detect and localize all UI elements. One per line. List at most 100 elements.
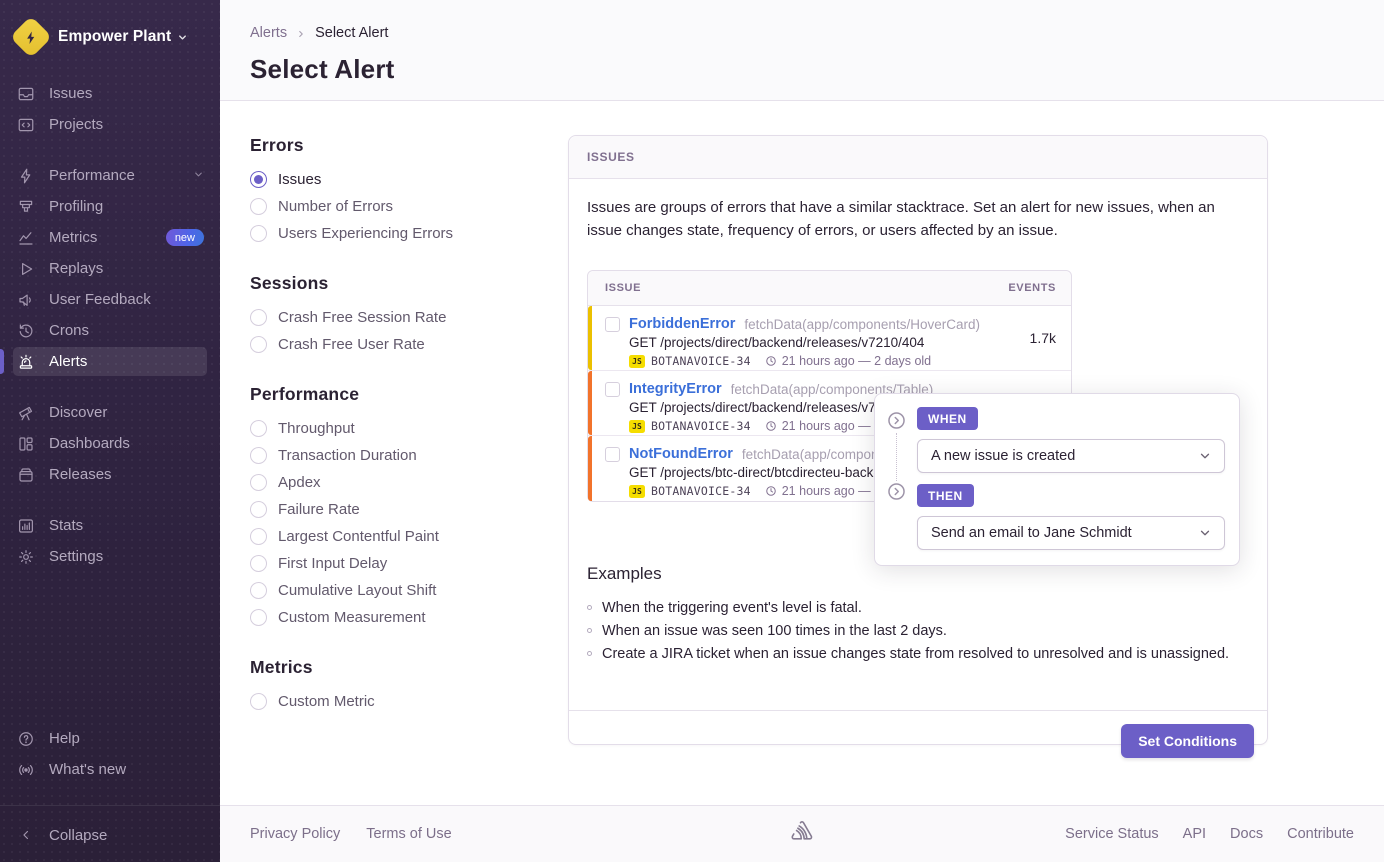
sidebar-item-alerts[interactable]: Alerts: [0, 346, 220, 377]
sidebar-item-label: What's new: [49, 761, 126, 778]
radio-option-transaction-duration[interactable]: Transaction Duration: [250, 442, 540, 469]
clock-icon: [765, 485, 777, 497]
connector-dotted-line: [896, 433, 897, 485]
terms-of-use-link[interactable]: Terms of Use: [366, 826, 451, 842]
bar-chart-icon: [16, 516, 35, 535]
sidebar-item-profiling[interactable]: Profiling: [0, 191, 220, 222]
bullet-icon: [587, 605, 592, 610]
org-switcher[interactable]: Empower Plant: [0, 18, 220, 52]
org-logo-icon: [10, 16, 52, 58]
issue-subtitle: GET /projects/direct/backend/releases/v7…: [629, 335, 1056, 350]
radio-option-crash-free-session-rate[interactable]: Crash Free Session Rate: [250, 304, 540, 331]
issue-checkbox[interactable]: [605, 382, 620, 397]
radio-option-apdex[interactable]: Apdex: [250, 469, 540, 496]
radio-option-first-input-delay[interactable]: First Input Delay: [250, 550, 540, 577]
radio-option-custom-metric[interactable]: Custom Metric: [250, 688, 540, 715]
issues-icon: [16, 84, 35, 103]
service-status-link[interactable]: Service Status: [1065, 826, 1159, 842]
megaphone-icon: [16, 290, 35, 309]
sidebar-item-label: Dashboards: [49, 435, 130, 452]
broadcast-icon: [16, 760, 35, 779]
sidebar-item-replays[interactable]: Replays: [0, 253, 220, 284]
clock-history-icon: [16, 321, 35, 340]
issue-title-link[interactable]: IntegrityError: [629, 381, 722, 397]
issue-title-link[interactable]: ForbiddenError: [629, 316, 735, 332]
sidebar-item-crons[interactable]: Crons: [0, 315, 220, 346]
siren-icon: [16, 352, 35, 371]
example-item: Create a JIRA ticket when an issue chang…: [587, 643, 1249, 666]
radio-icon: [250, 198, 267, 215]
radio-label: Users Experiencing Errors: [278, 225, 453, 242]
sidebar-item-projects[interactable]: Projects: [0, 109, 220, 140]
section-heading-errors: Errors: [250, 135, 540, 156]
contribute-link[interactable]: Contribute: [1287, 826, 1354, 842]
issue-checkbox[interactable]: [605, 317, 620, 332]
radio-option-failure-rate[interactable]: Failure Rate: [250, 496, 540, 523]
radio-option-issues[interactable]: Issues: [250, 166, 540, 193]
then-action-select[interactable]: Send an email to Jane Schmidt: [917, 516, 1225, 550]
radio-icon: [250, 420, 267, 437]
sidebar-collapse-button[interactable]: Collapse: [0, 818, 220, 852]
javascript-platform-icon: JS: [629, 355, 645, 368]
sidebar-item-help[interactable]: Help: [0, 723, 220, 754]
docs-link[interactable]: Docs: [1230, 826, 1263, 842]
sidebar-item-releases[interactable]: Releases: [0, 459, 220, 490]
sidebar-item-label: Replays: [49, 260, 103, 277]
issue-level-bar: [588, 306, 592, 370]
radio-option-throughput[interactable]: Throughput: [250, 415, 540, 442]
chevron-down-icon: [177, 32, 188, 43]
privacy-policy-link[interactable]: Privacy Policy: [250, 826, 340, 842]
sidebar-item-discover[interactable]: Discover: [0, 397, 220, 428]
radio-label: Custom Metric: [278, 693, 375, 710]
lightning-icon: [16, 166, 35, 185]
sidebar-item-metrics[interactable]: Metrics new: [0, 222, 220, 253]
sidebar-item-label: Stats: [49, 517, 83, 534]
radio-label: Failure Rate: [278, 501, 360, 518]
radio-option-cumulative-layout-shift[interactable]: Cumulative Layout Shift: [250, 577, 540, 604]
set-conditions-button[interactable]: Set Conditions: [1121, 724, 1254, 758]
chevron-down-icon: [193, 167, 204, 184]
api-link[interactable]: API: [1183, 826, 1206, 842]
examples-heading: Examples: [587, 564, 1249, 584]
issue-event-count: 1.7k: [1030, 330, 1056, 346]
breadcrumb-alerts-link[interactable]: Alerts: [250, 25, 287, 41]
radio-label: Cumulative Layout Shift: [278, 582, 436, 599]
sidebar: Empower Plant Issues Projects: [0, 0, 220, 862]
issue-culprit: fetchData(app/components/HoverCard): [744, 317, 980, 332]
radio-option-number-of-errors[interactable]: Number of Errors: [250, 193, 540, 220]
sidebar-item-issues[interactable]: Issues: [0, 78, 220, 109]
sidebar-item-user-feedback[interactable]: User Feedback: [0, 284, 220, 315]
radio-icon: [250, 447, 267, 464]
sidebar-item-label: Settings: [49, 548, 103, 565]
issue-level-bar: [588, 371, 592, 435]
when-condition-select[interactable]: A new issue is created: [917, 439, 1225, 473]
page-footer: Privacy Policy Terms of Use Service Stat…: [220, 805, 1384, 862]
issue-row[interactable]: ForbiddenError fetchData(app/components/…: [588, 306, 1071, 371]
sidebar-item-label: Performance: [49, 167, 135, 184]
issue-title-link[interactable]: NotFoundError: [629, 446, 733, 462]
radio-option-crash-free-user-rate[interactable]: Crash Free User Rate: [250, 331, 540, 358]
radio-label: Crash Free User Rate: [278, 336, 425, 353]
radio-option-largest-contentful-paint[interactable]: Largest Contentful Paint: [250, 523, 540, 550]
radio-option-users-experiencing-errors[interactable]: Users Experiencing Errors: [250, 220, 540, 247]
help-icon: [16, 729, 35, 748]
issue-column-header: ISSUE: [605, 282, 641, 294]
sidebar-item-stats[interactable]: Stats: [0, 510, 220, 541]
radio-icon: [250, 225, 267, 242]
javascript-platform-icon: JS: [629, 420, 645, 433]
page-title: Select Alert: [250, 54, 395, 85]
sidebar-item-dashboards[interactable]: Dashboards: [0, 428, 220, 459]
sidebar-item-label: Help: [49, 730, 80, 747]
radio-label: Number of Errors: [278, 198, 393, 215]
sidebar-item-whats-new[interactable]: What's new: [0, 754, 220, 785]
sidebar-item-label: Metrics: [49, 229, 97, 246]
sidebar-item-performance[interactable]: Performance: [0, 160, 220, 191]
sidebar-item-settings[interactable]: Settings: [0, 541, 220, 572]
radio-option-custom-measurement[interactable]: Custom Measurement: [250, 604, 540, 631]
then-badge: THEN: [917, 484, 974, 507]
bullet-icon: [587, 628, 592, 633]
active-item-highlight: [13, 347, 207, 376]
issue-checkbox[interactable]: [605, 447, 620, 462]
example-text: Create a JIRA ticket when an issue chang…: [602, 643, 1229, 666]
when-badge: WHEN: [917, 407, 978, 430]
